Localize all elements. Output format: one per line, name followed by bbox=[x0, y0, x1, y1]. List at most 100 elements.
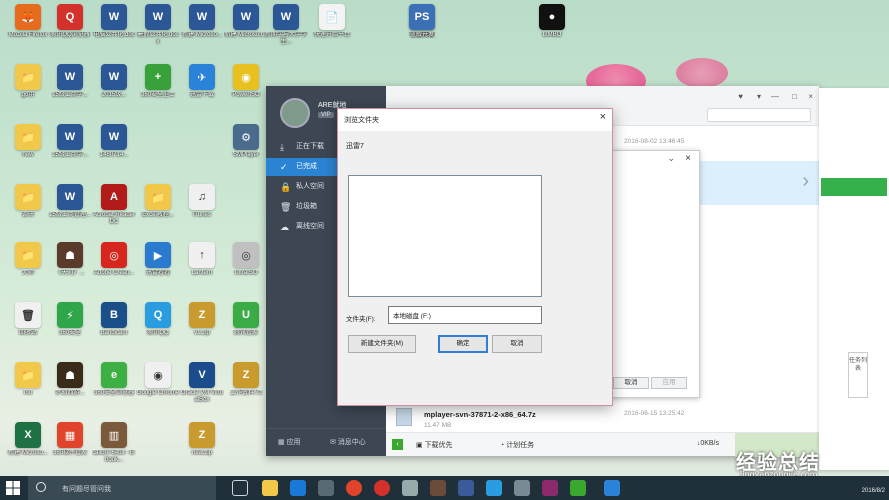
desktop-icon[interactable]: W 新建 Microsoft... bbox=[224, 4, 268, 39]
speed-value: 0KB/s bbox=[700, 440, 719, 447]
desktop-icon-label: 电脑公共化.doc bbox=[93, 32, 135, 38]
search-input[interactable] bbox=[707, 108, 811, 122]
cancel-button[interactable]: 取消 bbox=[613, 377, 649, 389]
desktop-icon[interactable]: W 15级工商学... bbox=[48, 124, 92, 159]
desktop-icon[interactable]: ⚡ 360安全 bbox=[48, 302, 92, 337]
edge-icon[interactable] bbox=[290, 480, 306, 496]
store-icon[interactable] bbox=[318, 480, 334, 496]
app-icon[interactable] bbox=[458, 480, 474, 496]
desktop-icon[interactable]: W 暑假公共化.docx bbox=[136, 4, 180, 46]
desktop-icon[interactable]: ☗ 梦幻西游... bbox=[48, 362, 92, 397]
desktop-icon[interactable]: Q 腾讯QQ浏览器 bbox=[48, 4, 92, 39]
messages-button[interactable]: ✉ 消息中心 bbox=[330, 437, 366, 447]
desktop-icon[interactable]: e 360安全浏览器 bbox=[92, 362, 136, 397]
wallpaper-decoration bbox=[676, 58, 728, 88]
browser-banner[interactable] bbox=[821, 178, 887, 196]
desktop-icon[interactable]: 📁 new bbox=[6, 124, 50, 159]
desktop-icon[interactable]: V Oracle VM VirtualBox bbox=[180, 362, 224, 404]
desktop-icon[interactable]: ☗ 《天刀》... bbox=[48, 242, 92, 277]
desktop-icon[interactable]: Q 腾讯QQ bbox=[136, 302, 180, 337]
desktop-icon[interactable]: 🦊 Mozilla Firefox bbox=[6, 4, 50, 39]
desktop-icon[interactable]: 📁 go用 bbox=[6, 64, 50, 99]
menu-icon[interactable]: ▾ bbox=[757, 92, 761, 101]
apps-button[interactable]: ▦ 应用 bbox=[278, 437, 301, 447]
desktop-icon[interactable]: U 腾讯管家 bbox=[224, 302, 268, 337]
chevron-right-icon[interactable]: › bbox=[802, 170, 809, 193]
thunder-taskbar-icon[interactable] bbox=[604, 480, 620, 496]
desktop-icon[interactable]: ◉ PowerISO bbox=[224, 64, 268, 99]
close-icon[interactable]: × bbox=[685, 153, 691, 164]
desktop-icon[interactable]: W 1480714... bbox=[92, 124, 136, 159]
desktop-icon[interactable]: W 15级工商管理... bbox=[48, 184, 92, 219]
desktop-icon[interactable]: A Acrobat Reader DC bbox=[92, 184, 136, 226]
desktop-icon[interactable]: +360安全卫士 bbox=[136, 64, 180, 99]
desktop-icon-label: 360安全浏览器 bbox=[93, 390, 134, 396]
desktop-icon[interactable]: ↑ Lantern bbox=[180, 242, 224, 277]
desktop-icon[interactable]: W 15级工商学... bbox=[48, 64, 92, 99]
plan-task-button[interactable]: ◔ 计划任务 bbox=[500, 440, 534, 450]
desktop-icon[interactable]: 📄 快速开始平台 bbox=[310, 4, 354, 39]
file-name[interactable]: mplayer-svn-37871-2-x86_64.7z bbox=[424, 410, 536, 419]
app-icon[interactable] bbox=[542, 480, 558, 496]
chrome-icon[interactable] bbox=[346, 480, 362, 496]
desktop-icon[interactable]: ✈ 迅雷下载 bbox=[180, 64, 224, 99]
file-explorer-icon[interactable] bbox=[262, 480, 278, 496]
desktop-icon[interactable]: ♫ iTunes bbox=[180, 184, 224, 219]
desktop-icon[interactable]: ◉ Google Chrome bbox=[136, 362, 180, 397]
ok-button[interactable]: 确定 bbox=[438, 335, 488, 353]
chevron-down-icon[interactable]: ⌄ bbox=[667, 153, 675, 164]
close-icon[interactable]: × bbox=[600, 111, 606, 123]
desktop-icon[interactable]: ◎ Adobe Creati... bbox=[92, 242, 136, 277]
desktop-icon[interactable]: Znew.zip bbox=[180, 422, 224, 457]
desktop-icon-label: go用 bbox=[21, 92, 35, 98]
desktop-icon[interactable]: B Bandicam bbox=[92, 302, 136, 337]
apply-button[interactable]: 应用 bbox=[651, 377, 687, 389]
skin-icon[interactable]: ♥ bbox=[738, 92, 743, 101]
app-icon: ▦ bbox=[57, 422, 83, 448]
taskbar-search[interactable]: 有问题尽管问我 bbox=[28, 476, 216, 500]
app-icon[interactable] bbox=[514, 480, 530, 496]
desktop-icon[interactable]: W 电脑公共化.doc bbox=[92, 4, 136, 39]
desktop-icon[interactable]: ● LIMBO bbox=[530, 4, 574, 39]
new-folder-button[interactable]: 新建文件夹(M) bbox=[348, 335, 416, 353]
desktop-icon[interactable]: X 新建 Microso... bbox=[6, 422, 50, 457]
desktop-icon[interactable]: 📁 Ino bbox=[6, 362, 50, 397]
nav-label: 正在下载 bbox=[296, 143, 324, 150]
desktop-icon[interactable]: W 2015级... bbox=[92, 64, 136, 99]
desktop-icon[interactable]: Zv1.zip bbox=[180, 302, 224, 337]
task-view-icon[interactable] bbox=[232, 480, 248, 496]
minimize-button[interactable]: — bbox=[771, 92, 779, 101]
qq-icon[interactable] bbox=[486, 480, 502, 496]
desktop-icon[interactable]: 🗑 回收站 bbox=[6, 302, 50, 337]
maximize-button[interactable]: □ bbox=[792, 92, 797, 101]
app-icon: 📄 bbox=[319, 4, 345, 30]
desktop-icon[interactable]: PS 蓝眼开发 bbox=[400, 4, 444, 39]
desktop-icon[interactable]: ▶ 迅雷看看 bbox=[136, 242, 180, 277]
app-icon[interactable] bbox=[402, 480, 418, 496]
download-first-toggle[interactable]: ▣ 下载优先 bbox=[416, 440, 453, 450]
app-icon[interactable] bbox=[430, 480, 446, 496]
desktop-icon[interactable]: 📁 调研 bbox=[6, 184, 50, 219]
desktop-icon[interactable]: ◎ UltraISO bbox=[224, 242, 268, 277]
desktop-icon[interactable]: W 新建 Microso... bbox=[180, 4, 224, 39]
desktop-icon[interactable]: ⚙ SMPlayer bbox=[224, 124, 268, 159]
app-icon: ▶ bbox=[145, 242, 171, 268]
desktop-icon[interactable]: W 新闻学与大学学生... bbox=[264, 4, 308, 46]
desktop-icon[interactable]: Z 工作资料.7z bbox=[224, 362, 268, 397]
windows-start-icon[interactable] bbox=[6, 481, 20, 495]
task-list-tab[interactable]: 任务列表 bbox=[848, 352, 868, 398]
messages-label: 消息中心 bbox=[337, 439, 366, 446]
desktop-icon-label: 调研 bbox=[21, 212, 34, 218]
folder-field[interactable]: 本地磁盘 (F:) bbox=[388, 306, 542, 324]
avatar[interactable] bbox=[280, 98, 310, 128]
desktop-icon[interactable]: ▥ calibre 64bit - E-book... bbox=[92, 422, 136, 464]
cancel-button[interactable]: 取消 bbox=[492, 335, 542, 353]
app-icon[interactable] bbox=[570, 480, 586, 496]
desktop-icon[interactable]: 📁 大师 bbox=[6, 242, 50, 277]
folder-tree[interactable] bbox=[348, 175, 542, 297]
desktop-icon[interactable]: 📁 Excel教程... bbox=[136, 184, 180, 219]
netease-music-icon[interactable] bbox=[374, 480, 390, 496]
back-icon[interactable]: ‹ bbox=[392, 439, 403, 450]
close-button[interactable]: × bbox=[808, 92, 813, 101]
desktop-icon[interactable]: ▦ 360软件管家 bbox=[48, 422, 92, 457]
